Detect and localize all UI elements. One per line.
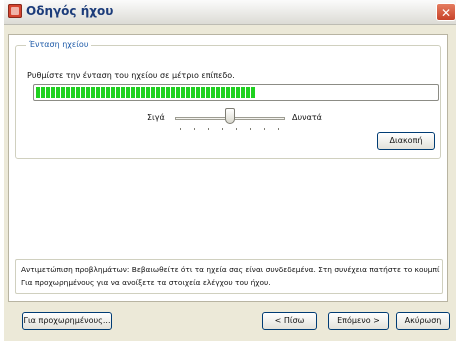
speaker-app-icon (8, 4, 22, 18)
close-button[interactable]: ✕ (436, 3, 456, 21)
stop-button[interactable]: Διακοπή (377, 132, 435, 150)
slider-tick (278, 128, 279, 130)
volume-level-fill (36, 87, 256, 98)
title-bar[interactable]: Οδηγός ήχου ✕ (4, 0, 456, 25)
slider-tick (250, 128, 251, 130)
slider-tick (180, 128, 181, 130)
back-button[interactable]: < Πίσω (262, 312, 317, 330)
slider-tick (264, 128, 265, 130)
slider-tick (208, 128, 209, 130)
troubleshooting-text-line2: Για προχωρημένους για να ανοίξετε τα στο… (21, 278, 271, 287)
slider-tick (222, 128, 223, 130)
slider-max-label: Δυνατά (292, 113, 322, 122)
cancel-button[interactable]: Ακύρωση (396, 312, 450, 330)
slider-min-label: Σιγά (147, 113, 165, 122)
troubleshooting-text-line1: Αντιμετώπιση προβλημάτων: Βεβαιωθείτε ότ… (21, 265, 440, 274)
group-title: Ένταση ηχείου (26, 40, 92, 49)
window-title: Οδηγός ήχου (26, 4, 114, 18)
next-button[interactable]: Επόμενο > (328, 312, 389, 330)
volume-instruction: Ρυθμίστε την ένταση του ηχείου σε μέτριο… (27, 71, 235, 80)
advanced-button[interactable]: Για προχωρημένους... (22, 312, 112, 330)
slider-tick (194, 128, 195, 130)
volume-level-meter (33, 84, 439, 101)
slider-tick (236, 128, 237, 130)
volume-slider-thumb[interactable] (225, 108, 235, 124)
